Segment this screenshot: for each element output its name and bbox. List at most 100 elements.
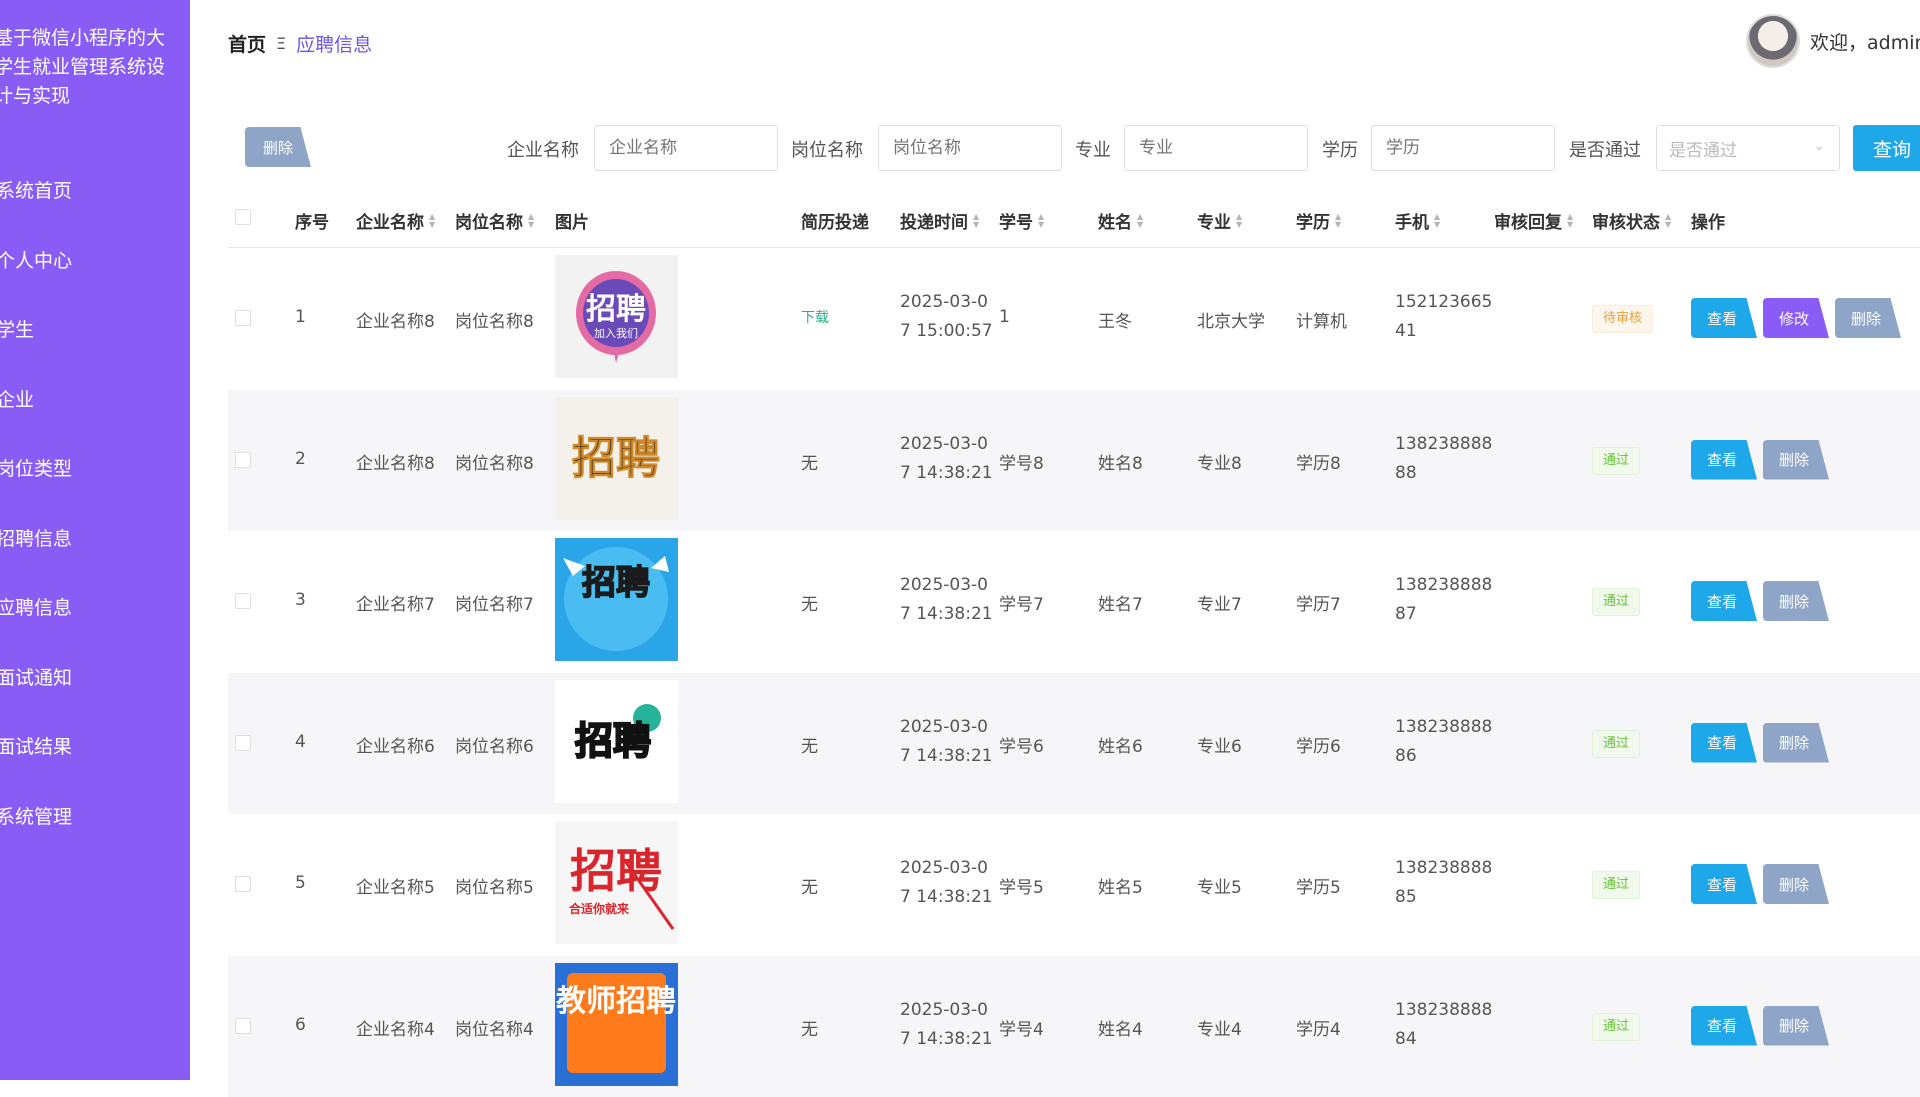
cell-phone: 138238888 87 — [1395, 571, 1490, 629]
row-checkbox[interactable] — [235, 735, 251, 751]
recruitment-image[interactable]: 招聘 合适你就来 — [555, 821, 678, 944]
view-button[interactable]: 查看 — [1691, 440, 1757, 480]
major-input[interactable] — [1124, 125, 1308, 171]
poster-title: 教师招聘 — [556, 984, 676, 1019]
delete-button[interactable]: 删除 — [1835, 298, 1901, 338]
company-label: 企业名称 — [507, 136, 579, 162]
cell-education: 学历5 — [1296, 873, 1341, 898]
view-button[interactable]: 查看 — [1691, 1006, 1757, 1046]
recruitment-image[interactable]: 招聘 加入我们 — [555, 255, 678, 378]
major-label: 专业 — [1075, 136, 1111, 162]
table-row: 3 企业名称7 岗位名称7 招聘 无 2025-03-0 7 14:38:21 … — [228, 531, 1920, 673]
header-status[interactable]: 审核状态▲▼ — [1592, 208, 1671, 233]
sidebar-item-interview-notice[interactable]: 面试通知 — [0, 642, 190, 712]
sort-icon[interactable]: ▲▼ — [429, 213, 435, 229]
header-phone[interactable]: 手机▲▼ — [1395, 208, 1440, 233]
sidebar-item-home[interactable]: 系统首页 — [0, 155, 190, 225]
row-checkbox[interactable] — [235, 310, 251, 326]
view-button[interactable]: 查看 — [1691, 298, 1757, 338]
sidebar-item-students[interactable]: 学生 — [0, 294, 190, 364]
header-index: 序号 — [295, 208, 329, 233]
cell-company: 企业名称8 — [356, 449, 435, 474]
select-all-checkbox[interactable] — [235, 209, 251, 225]
delete-button[interactable]: 删除 — [1763, 1006, 1829, 1046]
recruitment-image[interactable]: 招聘 — [555, 397, 678, 520]
cell-index: 2 — [295, 449, 306, 469]
cell-major: 专业8 — [1197, 449, 1242, 474]
cell-company: 企业名称4 — [356, 1015, 435, 1040]
poster-title: 招聘 — [575, 719, 651, 763]
sidebar-item-interview-result[interactable]: 面试结果 — [0, 711, 190, 781]
row-checkbox[interactable] — [235, 1018, 251, 1034]
sort-icon[interactable]: ▲▼ — [1236, 213, 1242, 229]
recruitment-image[interactable]: 招聘 — [555, 538, 678, 661]
sort-icon[interactable]: ▲▼ — [1038, 213, 1044, 229]
user-info[interactable]: 欢迎，admin — [1746, 14, 1920, 68]
batch-delete-button[interactable]: 删除 — [245, 127, 311, 167]
cell-phone: 138238888 86 — [1395, 713, 1490, 771]
header-company[interactable]: 企业名称▲▼ — [356, 208, 435, 233]
cell-education: 学历4 — [1296, 1015, 1341, 1040]
position-input[interactable] — [878, 125, 1062, 171]
cell-position: 岗位名称5 — [455, 873, 534, 898]
resume-download-link[interactable]: 下载 — [801, 307, 829, 327]
sort-icon[interactable]: ▲▼ — [1434, 213, 1440, 229]
delete-button[interactable]: 删除 — [1763, 440, 1829, 480]
header-student-no[interactable]: 学号▲▼ — [999, 208, 1044, 233]
sort-icon[interactable]: ▲▼ — [1567, 213, 1573, 229]
poster-title: 招聘 — [582, 563, 650, 603]
sidebar-item-system-management[interactable]: 系统管理 — [0, 781, 190, 851]
recruitment-image[interactable]: 教师招聘 — [555, 963, 678, 1086]
cell-phone: 138238888 84 — [1395, 996, 1490, 1054]
sort-icon[interactable]: ▲▼ — [528, 213, 534, 229]
row-checkbox[interactable] — [235, 876, 251, 892]
sort-icon[interactable]: ▲▼ — [1665, 213, 1671, 229]
header-education[interactable]: 学历▲▼ — [1296, 208, 1341, 233]
passed-select-placeholder: 是否通过 — [1669, 136, 1737, 161]
sidebar-item-applications[interactable]: 应聘信息 — [0, 572, 190, 642]
header-position[interactable]: 岗位名称▲▼ — [455, 208, 534, 233]
cell-resume: 无 — [801, 449, 818, 474]
query-button[interactable]: 查询 — [1853, 125, 1920, 171]
breadcrumb-home[interactable]: 首页 — [228, 30, 266, 57]
education-input[interactable] — [1371, 125, 1555, 171]
sidebar-item-companies[interactable]: 企业 — [0, 364, 190, 434]
cell-company: 企业名称6 — [356, 732, 435, 757]
sidebar-item-personal-center[interactable]: 个人中心 — [0, 225, 190, 295]
delete-button[interactable]: 删除 — [1763, 864, 1829, 904]
education-label: 学历 — [1322, 136, 1358, 162]
view-button[interactable]: 查看 — [1691, 581, 1757, 621]
sort-icon[interactable]: ▲▼ — [973, 213, 979, 229]
cell-student-no: 学号4 — [999, 1015, 1044, 1040]
recruitment-image[interactable]: 招聘 — [555, 680, 678, 803]
avatar[interactable] — [1746, 14, 1800, 68]
header-major[interactable]: 专业 ▲▼ — [1197, 208, 1242, 233]
view-button[interactable]: 查看 — [1691, 864, 1757, 904]
delete-button[interactable]: 删除 — [1763, 723, 1829, 763]
row-checkbox[interactable] — [235, 452, 251, 468]
status-badge: 通过 — [1592, 588, 1640, 616]
recruitment-poster-icon: 招聘 — [555, 538, 678, 661]
row-checkbox[interactable] — [235, 593, 251, 609]
passed-select[interactable]: 是否通过 ⌄ — [1656, 125, 1840, 171]
edit-button[interactable]: 修改 — [1763, 298, 1829, 338]
cell-major: 专业7 — [1197, 590, 1242, 615]
delete-button[interactable]: 删除 — [1763, 581, 1829, 621]
cell-time: 2025-03-0 7 14:38:21 — [900, 713, 995, 771]
sort-icon[interactable]: ▲▼ — [1335, 213, 1341, 229]
header-name[interactable]: 姓名▲▼ — [1098, 208, 1143, 233]
header-major-label: 专业 — [1197, 208, 1231, 233]
sort-icon[interactable]: ▲▼ — [1137, 213, 1143, 229]
table-header: 序号 企业名称▲▼ 岗位名称▲▼ 图片 简历投递 投递时间▲▼ 学号▲▼ 姓名▲… — [228, 194, 1920, 248]
company-input[interactable] — [594, 125, 778, 171]
cell-time: 2025-03-0 7 14:38:21 — [900, 430, 995, 488]
poster-subtitle: 合适你就来 — [569, 901, 630, 916]
sidebar-item-position-types[interactable]: 岗位类型 — [0, 433, 190, 503]
sidebar-item-recruitment[interactable]: 招聘信息 — [0, 503, 190, 573]
cell-index: 6 — [295, 1015, 306, 1035]
cell-student-no: 学号5 — [999, 873, 1044, 898]
header-actions: 操作 — [1691, 208, 1725, 233]
view-button[interactable]: 查看 — [1691, 723, 1757, 763]
header-reply[interactable]: 审核回复▲▼ — [1494, 208, 1573, 233]
header-time[interactable]: 投递时间▲▼ — [900, 208, 979, 233]
